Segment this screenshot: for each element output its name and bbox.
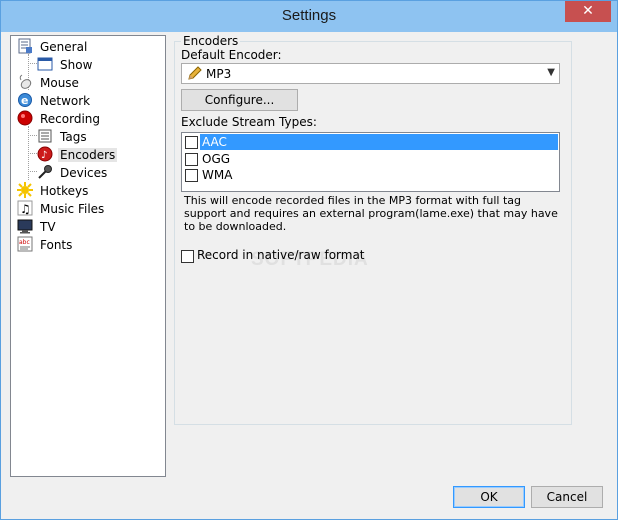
music-note-icon: ♫ [17,200,33,216]
tree-item-label: Show [60,57,93,72]
stream-type-checkbox[interactable] [185,153,198,166]
stream-type-label: AAC [200,134,558,150]
tree-item-label: Mouse [40,75,79,90]
stream-type-label: OGG [202,152,231,166]
stream-type-checkbox[interactable] [185,169,198,182]
list-item[interactable]: OGG [183,151,558,167]
fonts-icon: abc [17,236,33,252]
tree-line [28,135,37,136]
tree-item-music-files[interactable]: ♫ Music Files [17,199,106,217]
tree-item-label: TV [40,219,56,234]
encoder-icon: ♪ [37,146,53,162]
svg-text:♫: ♫ [20,202,31,216]
svg-text:e: e [21,94,28,107]
tree-item-label: Music Files [40,201,105,216]
mouse-icon [17,74,33,90]
stream-types-list[interactable]: AAC OGG WMA [181,132,560,192]
settings-tree[interactable]: General Show Mouse e Network Recording Ta… [10,35,166,477]
general-icon [17,38,33,54]
tags-icon [37,128,53,144]
default-encoder-value: MP3 [206,67,232,81]
default-encoder-select[interactable]: MP3 ▼ [181,63,560,84]
tree-item-mouse[interactable]: Mouse [17,73,81,91]
native-format-label: Record in native/raw format [197,248,365,262]
tree-item-show[interactable]: Show [37,55,94,73]
tree-item-tv[interactable]: TV [17,217,58,235]
record-icon [17,110,33,126]
tree-item-label: Encoders [58,147,118,162]
svg-text:♪: ♪ [41,150,47,161]
chevron-down-icon[interactable]: ▼ [547,67,555,78]
tree-item-label: Devices [60,165,108,180]
tree-item-recording[interactable]: Recording [17,109,102,127]
tree-item-tags[interactable]: Tags [37,127,89,145]
window-title: Settings [281,7,337,24]
encoders-group-label: Encoders [181,34,241,48]
default-encoder-label: Default Encoder: [181,48,282,62]
tree-line [28,171,37,172]
tree-item-label: Hotkeys [40,183,89,198]
tree-item-hotkeys[interactable]: Hotkeys [17,181,90,199]
tree-item-label: Recording [40,111,101,126]
window-icon [37,56,53,72]
list-item[interactable]: AAC [183,134,558,150]
hotkeys-icon [17,181,33,198]
encoder-description: This will encode recorded files in the M… [184,194,558,233]
tree-item-label: Network [40,93,91,108]
tv-icon [17,218,33,234]
exclude-stream-types-label: Exclude Stream Types: [181,115,317,129]
tree-line [28,63,37,64]
tree-item-label: Fonts [40,237,73,252]
list-item[interactable]: WMA [183,167,558,183]
tree-item-label: Tags [60,129,87,144]
tree-item-general[interactable]: General [17,37,89,55]
configure-button[interactable]: Configure... [181,89,298,111]
native-format-checkbox[interactable] [181,250,194,263]
tree-item-encoders[interactable]: ♪ Encoders [37,145,118,163]
stream-type-checkbox[interactable] [185,136,198,149]
tree-item-network[interactable]: e Network [17,91,92,109]
close-icon: ✕ [582,3,594,19]
svg-text:abc: abc [19,239,30,246]
tree-item-label: General [40,39,88,54]
tree-item-fonts[interactable]: abc Fonts [17,235,74,253]
encoder-pencil-icon [186,66,202,85]
tree-item-devices[interactable]: Devices [37,163,109,181]
title-bar[interactable]: Settings ✕ [1,1,617,32]
microphone-icon [37,164,53,180]
network-icon: e [17,92,33,108]
ok-button[interactable]: OK [453,486,525,508]
stream-type-label: WMA [202,168,233,182]
tree-line [28,153,37,154]
settings-window: Settings ✕ General Show Mouse e Network R… [0,0,618,520]
close-button[interactable]: ✕ [565,1,611,22]
cancel-button[interactable]: Cancel [531,486,603,508]
